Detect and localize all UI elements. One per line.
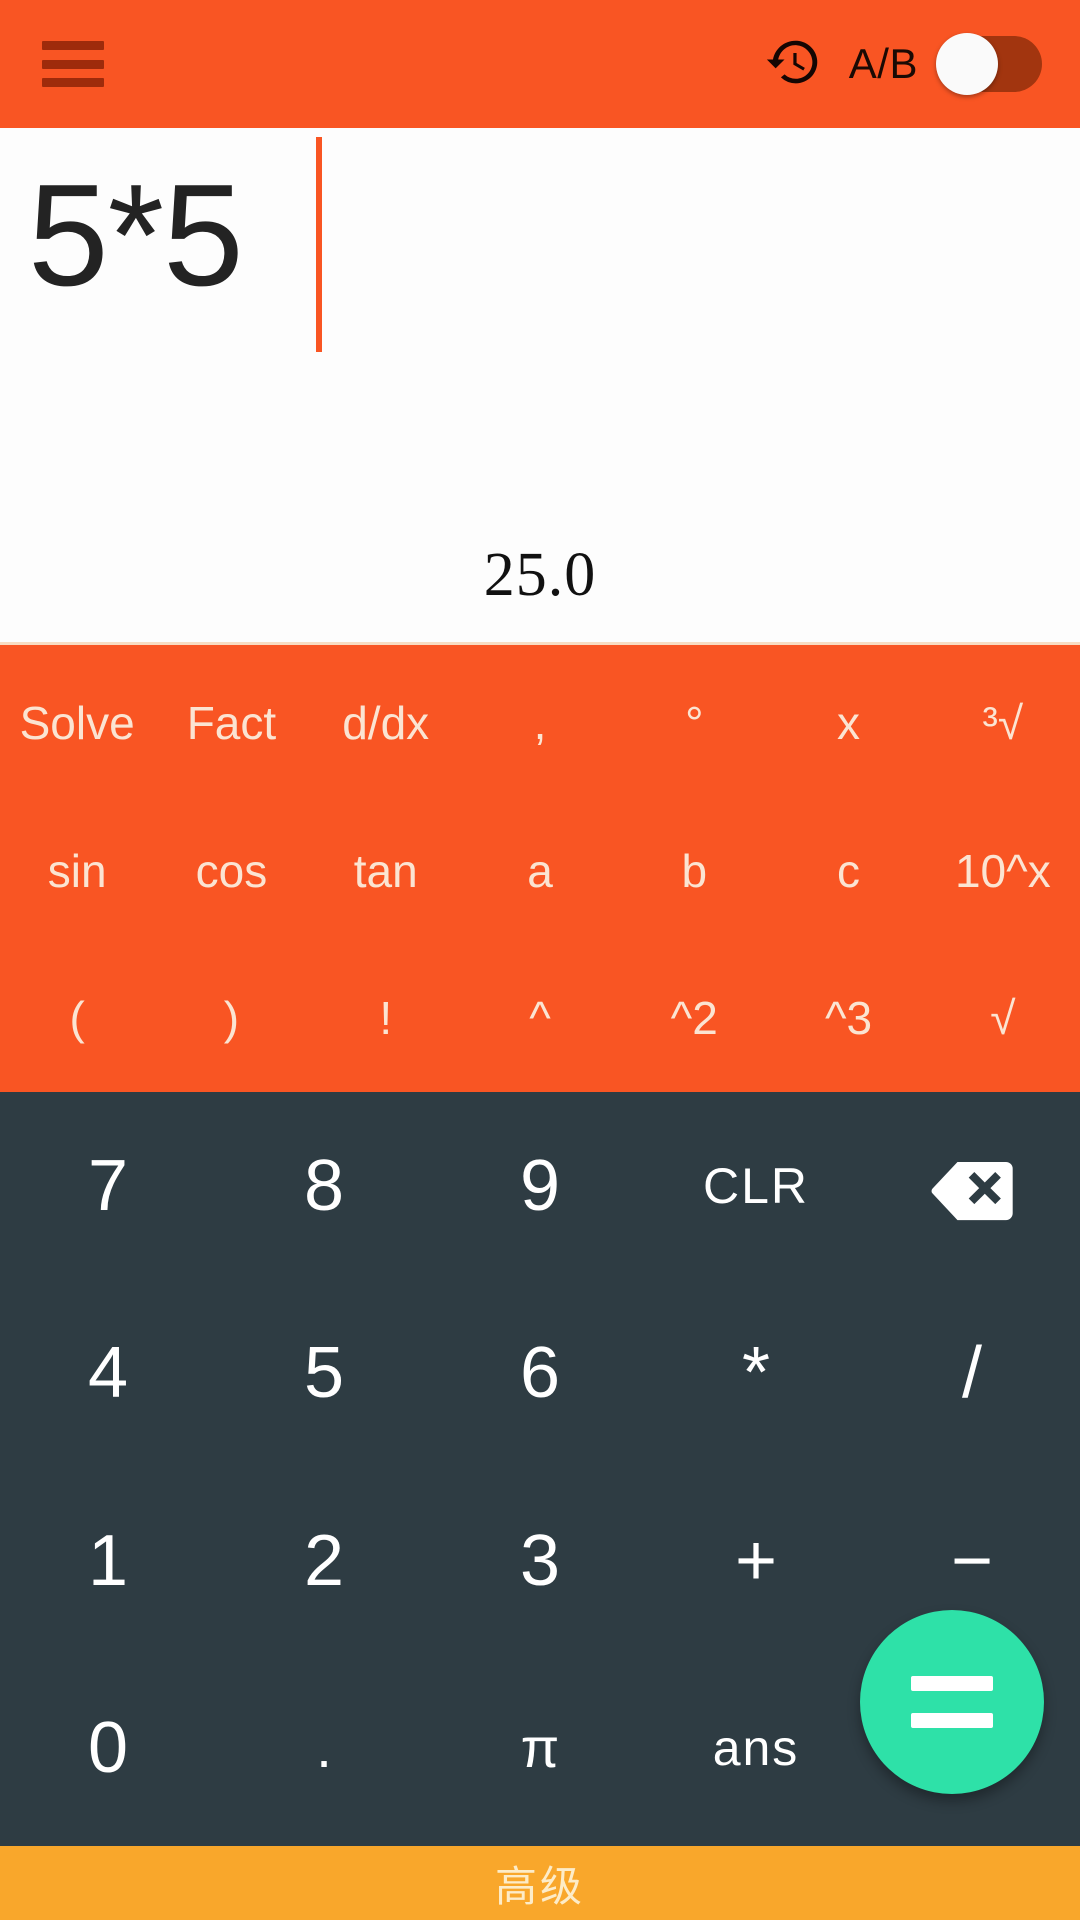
key-digit-6[interactable]: 6 <box>432 1337 648 1409</box>
numpad-row: 7 8 9 CLR <box>0 1092 1080 1280</box>
hamburger-menu-icon[interactable] <box>42 41 104 87</box>
func-key-fact[interactable]: Fact <box>154 700 308 746</box>
key-digit-3[interactable]: 3 <box>432 1525 648 1597</box>
key-digit-2[interactable]: 2 <box>216 1525 432 1597</box>
ab-mode-label: A/B <box>848 40 918 87</box>
func-key-tan[interactable]: tan <box>309 848 463 894</box>
func-key-degree[interactable]: ° <box>617 700 771 746</box>
numpad-row: 4 5 6 * / <box>0 1280 1080 1468</box>
key-backspace[interactable] <box>864 1150 1080 1222</box>
text-cursor <box>316 137 322 352</box>
func-key-paren-close[interactable]: ) <box>154 995 308 1041</box>
equals-bar <box>911 1713 993 1728</box>
func-key-ddx[interactable]: d/dx <box>309 700 463 746</box>
display-divider <box>0 642 1080 645</box>
advanced-mode-bar[interactable]: 高级 <box>0 1842 1080 1920</box>
func-key-factorial[interactable]: ! <box>309 995 463 1041</box>
key-digit-7[interactable]: 7 <box>0 1150 216 1222</box>
function-row: ( ) ! ^ ^2 ^3 √ <box>0 944 1080 1092</box>
calculator-display[interactable]: 5*5 25.0 <box>0 128 1080 645</box>
equals-bar <box>911 1676 993 1691</box>
key-digit-8[interactable]: 8 <box>216 1150 432 1222</box>
function-row: Solve Fact d/dx , ° x ³√ <box>0 649 1080 797</box>
key-clear[interactable]: CLR <box>648 1161 864 1211</box>
func-key-variable-b[interactable]: b <box>617 848 771 894</box>
func-key-solve[interactable]: Solve <box>0 700 154 746</box>
key-digit-5[interactable]: 5 <box>216 1337 432 1409</box>
key-multiply[interactable]: * <box>648 1337 864 1409</box>
func-key-cos[interactable]: cos <box>154 848 308 894</box>
numeric-keypad: 7 8 9 CLR 4 5 6 * / 1 2 3 + − 0 . π ans <box>0 1092 1080 1842</box>
key-digit-4[interactable]: 4 <box>0 1337 216 1409</box>
ab-toggle-switch[interactable] <box>936 33 1042 95</box>
func-key-variable-c[interactable]: c <box>771 848 925 894</box>
func-key-comma[interactable]: , <box>463 700 617 746</box>
calculator-app: A/B 5*5 25.0 Solve Fact d/dx , ° x ³√ si… <box>0 0 1080 1920</box>
history-clock-icon[interactable] <box>763 33 825 95</box>
func-key-variable-x[interactable]: x <box>771 700 925 746</box>
equals-button[interactable] <box>860 1610 1044 1794</box>
backspace-icon <box>931 1161 1013 1220</box>
func-key-power[interactable]: ^ <box>463 995 617 1041</box>
hamburger-bar <box>42 78 104 87</box>
function-row: sin cos tan a b c 10^x <box>0 797 1080 945</box>
key-digit-9[interactable]: 9 <box>432 1150 648 1222</box>
func-key-ten-power-x[interactable]: 10^x <box>926 848 1080 894</box>
key-minus[interactable]: − <box>864 1525 1080 1597</box>
func-key-sin[interactable]: sin <box>0 848 154 894</box>
hamburger-bar <box>42 59 104 69</box>
key-plus[interactable]: + <box>648 1525 864 1597</box>
func-key-variable-a[interactable]: a <box>463 848 617 894</box>
app-bar: A/B <box>0 0 1080 128</box>
func-key-cube[interactable]: ^3 <box>771 995 925 1041</box>
expression-text: 5*5 <box>28 154 244 316</box>
func-key-cube-root[interactable]: ³√ <box>926 700 1080 746</box>
func-key-square-root[interactable]: √ <box>926 995 1080 1041</box>
hamburger-bar <box>42 41 104 50</box>
toggle-thumb <box>936 33 998 95</box>
key-digit-0[interactable]: 0 <box>0 1712 216 1784</box>
function-keypad: Solve Fact d/dx , ° x ³√ sin cos tan a b… <box>0 645 1080 1092</box>
key-divide[interactable]: / <box>864 1337 1080 1409</box>
key-pi[interactable]: π <box>432 1720 648 1776</box>
key-decimal-point[interactable]: . <box>216 1720 432 1776</box>
key-answer[interactable]: ans <box>648 1723 864 1773</box>
func-key-paren-open[interactable]: ( <box>0 995 154 1041</box>
key-digit-1[interactable]: 1 <box>0 1525 216 1597</box>
func-key-square[interactable]: ^2 <box>617 995 771 1041</box>
advanced-mode-label: 高级 <box>494 1862 585 1910</box>
result-text: 25.0 <box>483 541 597 609</box>
